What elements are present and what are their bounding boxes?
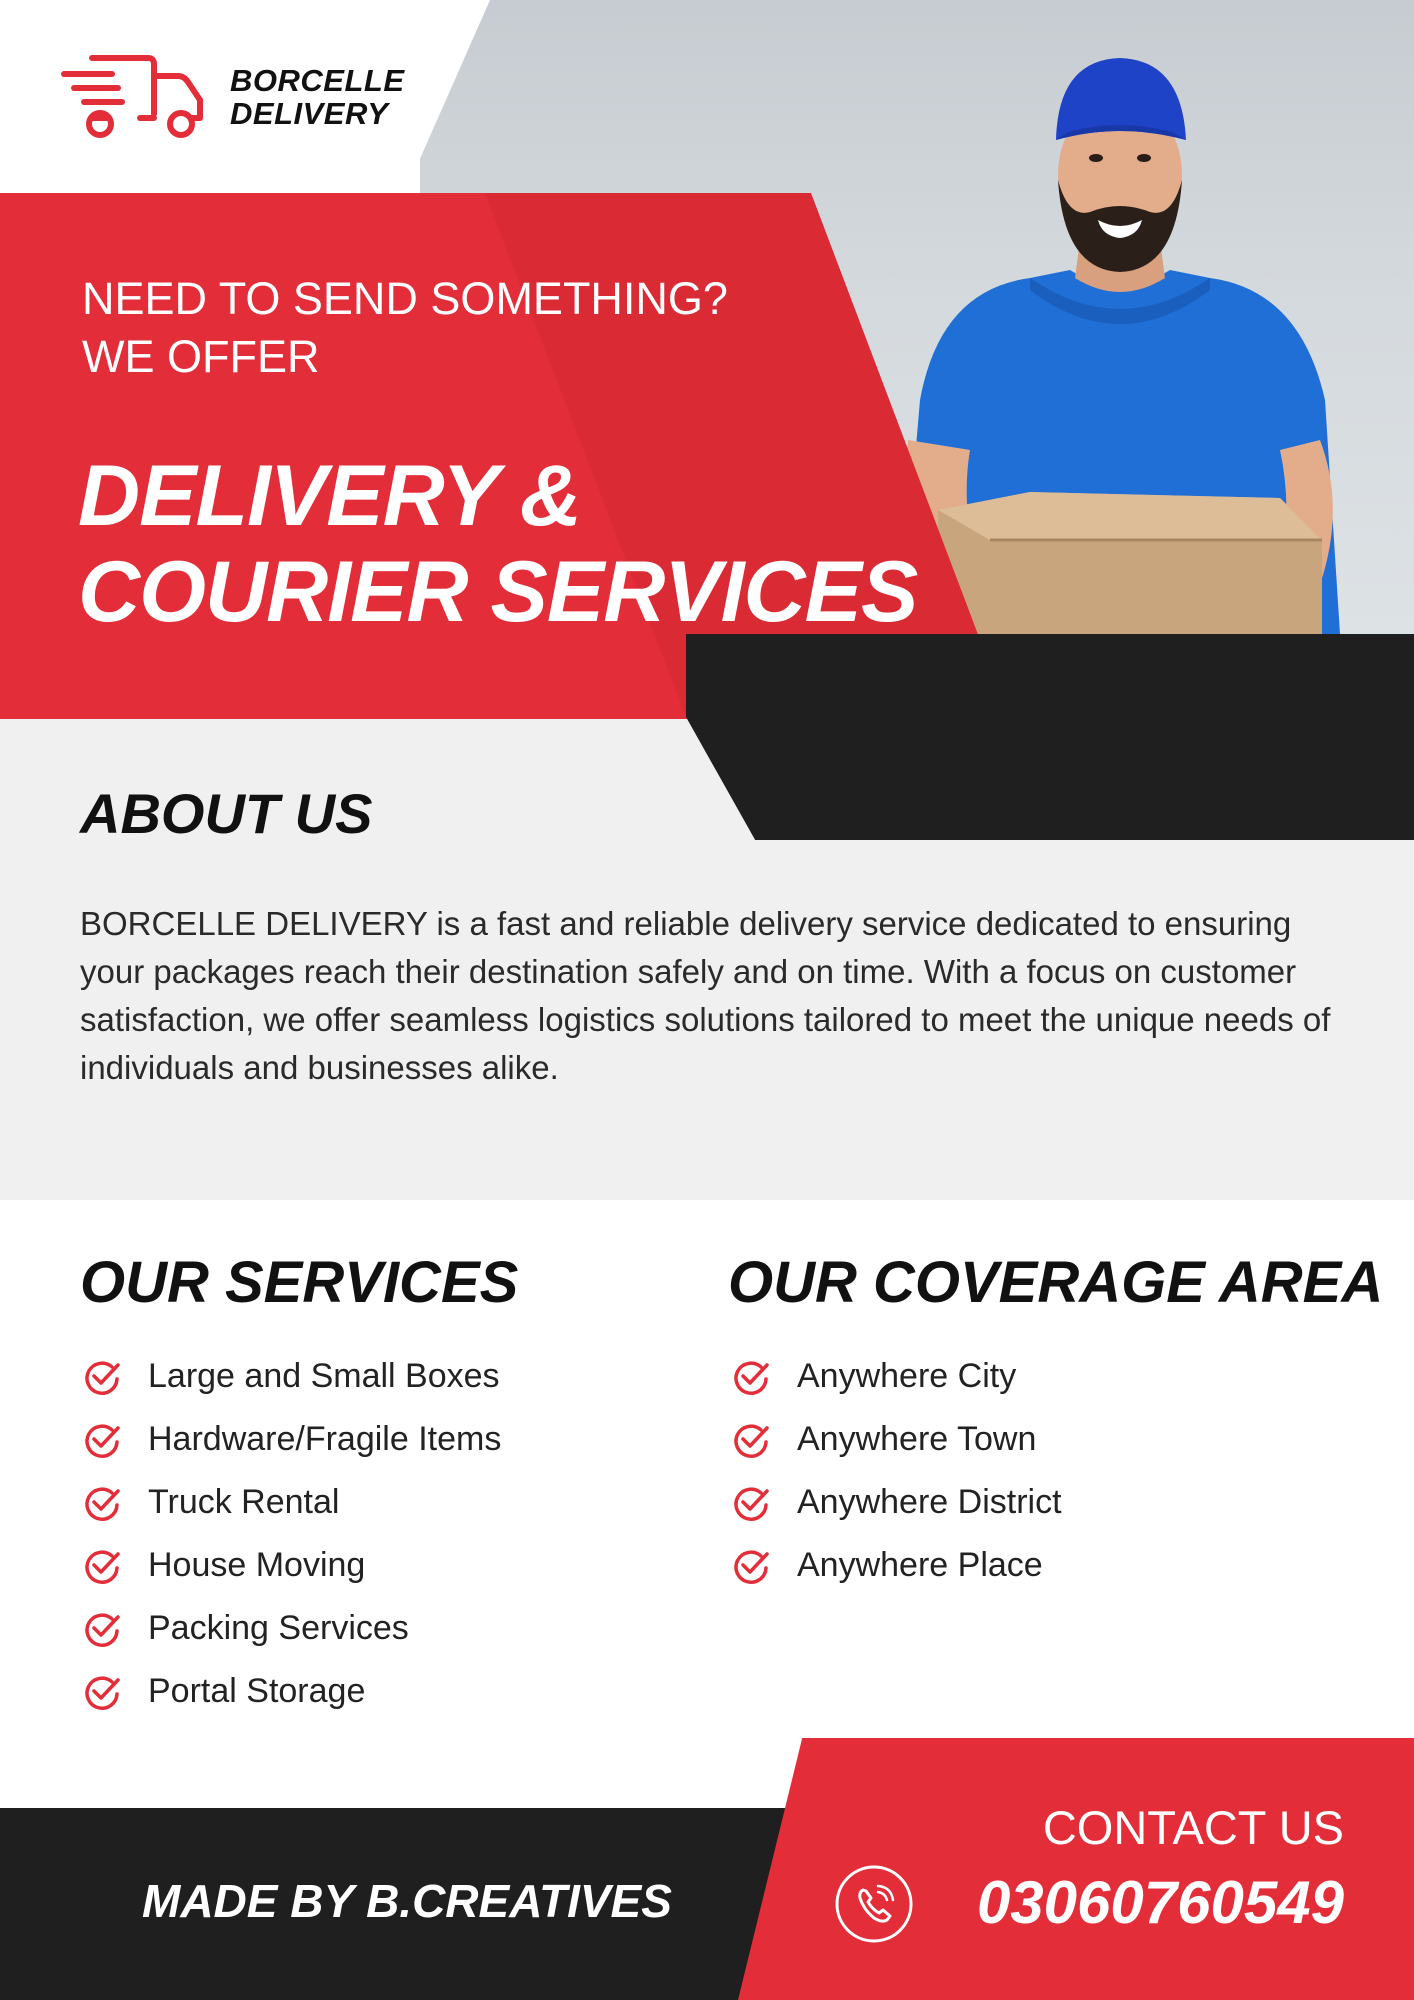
list-item-label: Anywhere City — [797, 1357, 1017, 1395]
check-circle-icon — [734, 1424, 769, 1458]
about-body: BORCELLE DELIVERY is a fast and reliable… — [80, 905, 1331, 1086]
list-item-label: Packing Services — [148, 1609, 409, 1647]
check-circle-icon — [85, 1550, 120, 1584]
list-item-label: Portal Storage — [148, 1672, 366, 1710]
headline-line-2: COURIER SERVICES — [78, 544, 918, 640]
phone-number[interactable]: 03060760549 — [977, 1868, 1344, 1937]
list-item-label: Anywhere District — [797, 1483, 1062, 1521]
headline-line-1: DELIVERY & — [78, 448, 582, 544]
contact-label: CONTACT US — [1042, 1801, 1344, 1854]
list-item: Anywhere District — [731, 1471, 1062, 1534]
list-item-label: Anywhere Place — [797, 1546, 1043, 1584]
brand-line-2: DELIVERY — [230, 96, 389, 131]
check-circle-icon — [734, 1361, 769, 1395]
coverage-list: Anywhere City Anywhere Town Anywhere Distr… — [731, 1345, 1062, 1597]
list-item-label: Hardware/Fragile Items — [148, 1420, 502, 1458]
check-circle-icon — [85, 1487, 120, 1521]
brand-name: BORCELLE DELIVERY — [230, 64, 405, 130]
list-item: Large and Small Boxes — [82, 1345, 501, 1408]
list-item: Anywhere Town — [731, 1408, 1062, 1471]
list-item: Truck Rental — [82, 1471, 501, 1534]
list-item: Anywhere Place — [731, 1534, 1062, 1597]
check-circle-icon — [85, 1424, 120, 1458]
list-item-label: Anywhere Town — [797, 1420, 1037, 1458]
list-item-label: Large and Small Boxes — [148, 1357, 500, 1395]
about-title: ABOUT US — [80, 782, 373, 845]
check-circle-icon — [734, 1487, 769, 1521]
tagline-line-1: NEED TO SEND SOMETHING? — [82, 273, 728, 324]
check-circle-icon — [734, 1550, 769, 1584]
list-item-label: Truck Rental — [148, 1483, 340, 1521]
list-item: House Moving — [82, 1534, 501, 1597]
phone-icon[interactable] — [834, 1864, 914, 1944]
services-title: OUR SERVICES — [80, 1250, 519, 1315]
delivery-truck-icon — [61, 55, 203, 138]
check-circle-icon — [85, 1676, 120, 1710]
dark-accent-band — [686, 634, 1414, 840]
list-item: Hardware/Fragile Items — [82, 1408, 501, 1471]
hero-headline: DELIVERY & COURIER SERVICES — [78, 448, 918, 640]
brand-line-1: BORCELLE — [230, 63, 405, 98]
coverage-title: OUR COVERAGE AREA — [728, 1250, 1384, 1315]
services-list: Large and Small Boxes Hardware/Fragile It… — [82, 1345, 501, 1723]
courier-person-image — [900, 58, 1340, 634]
list-item: Anywhere City — [731, 1345, 1062, 1408]
check-circle-icon — [85, 1613, 120, 1647]
list-item: Portal Storage — [82, 1660, 501, 1723]
tagline-line-2: WE OFFER — [82, 331, 320, 382]
list-item: Packing Services — [82, 1597, 501, 1660]
check-circle-icon — [85, 1361, 120, 1395]
made-by-credit: MADE BY B.CREATIVES — [142, 1875, 672, 1927]
list-item-label: House Moving — [148, 1546, 366, 1584]
hero-tagline: NEED TO SEND SOMETHING? WE OFFER — [82, 270, 728, 386]
